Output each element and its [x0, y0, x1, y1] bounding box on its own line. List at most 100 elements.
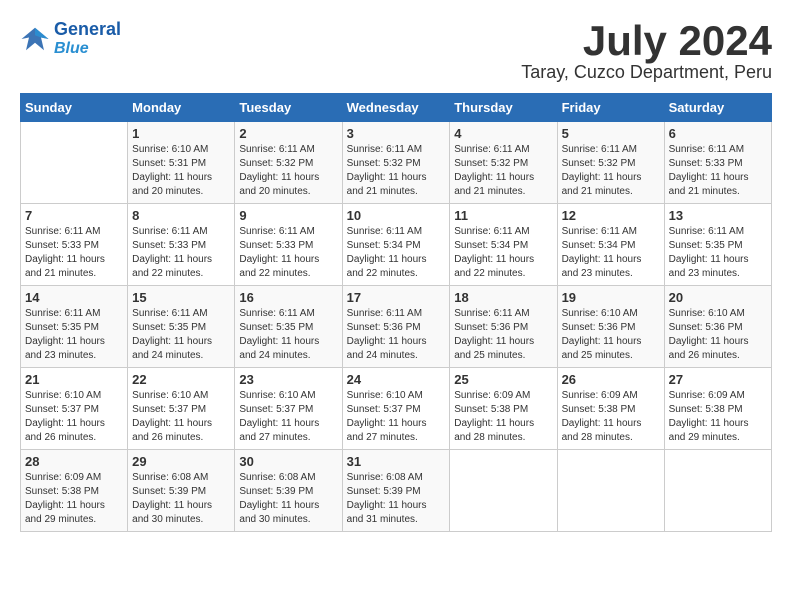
calendar-cell: 14 Sunrise: 6:11 AMSunset: 5:35 PMDayligh…	[21, 286, 128, 368]
weekday-header-sunday: Sunday	[21, 94, 128, 122]
day-info: Sunrise: 6:09 AMSunset: 5:38 PMDaylight:…	[669, 389, 767, 445]
logo-text: General Blue	[54, 20, 121, 57]
day-info: Sunrise: 6:11 AMSunset: 5:35 PMDaylight:…	[25, 307, 123, 363]
calendar-cell: 10 Sunrise: 6:11 AMSunset: 5:34 PMDayligh…	[342, 204, 450, 286]
day-info: Sunrise: 6:08 AMSunset: 5:39 PMDaylight:…	[132, 471, 230, 527]
day-number: 8	[132, 208, 230, 223]
calendar-week-5: 28 Sunrise: 6:09 AMSunset: 5:38 PMDayligh…	[21, 450, 772, 532]
calendar-week-4: 21 Sunrise: 6:10 AMSunset: 5:37 PMDayligh…	[21, 368, 772, 450]
day-number: 15	[132, 290, 230, 305]
day-number: 30	[239, 454, 337, 469]
day-info: Sunrise: 6:11 AMSunset: 5:33 PMDaylight:…	[132, 225, 230, 281]
calendar-cell: 27 Sunrise: 6:09 AMSunset: 5:38 PMDayligh…	[664, 368, 771, 450]
calendar-cell: 24Sunrise: 6:10 AMSunset: 5:37 PMDayligh…	[342, 368, 450, 450]
day-number: 5	[562, 126, 660, 141]
day-info: Sunrise: 6:11 AMSunset: 5:32 PMDaylight:…	[347, 143, 446, 199]
calendar-cell: 17Sunrise: 6:11 AMSunset: 5:36 PMDayligh…	[342, 286, 450, 368]
day-number: 9	[239, 208, 337, 223]
calendar-week-2: 7Sunrise: 6:11 AMSunset: 5:33 PMDaylight…	[21, 204, 772, 286]
day-number: 12	[562, 208, 660, 223]
calendar-cell: 18 Sunrise: 6:11 AMSunset: 5:36 PMDayligh…	[450, 286, 557, 368]
day-number: 19	[562, 290, 660, 305]
weekday-header-row: SundayMondayTuesdayWednesdayThursdayFrid…	[21, 94, 772, 122]
day-info: Sunrise: 6:11 AMSunset: 5:34 PMDaylight:…	[347, 225, 446, 281]
day-info: Sunrise: 6:11 AMSunset: 5:34 PMDaylight:…	[562, 225, 660, 281]
calendar-table: SundayMondayTuesdayWednesdayThursdayFrid…	[20, 93, 772, 532]
day-number: 24	[347, 372, 446, 387]
page-header: General Blue July 2024 Taray, Cuzco Depa…	[20, 20, 772, 83]
day-number: 20	[669, 290, 767, 305]
calendar-cell: 29 Sunrise: 6:08 AMSunset: 5:39 PMDayligh…	[128, 450, 235, 532]
day-number: 4	[454, 126, 552, 141]
calendar-cell	[557, 450, 664, 532]
day-info: Sunrise: 6:11 AMSunset: 5:35 PMDaylight:…	[669, 225, 767, 281]
calendar-cell: 2 Sunrise: 6:11 AMSunset: 5:32 PMDaylight…	[235, 122, 342, 204]
calendar-cell	[664, 450, 771, 532]
day-number: 23	[239, 372, 337, 387]
weekday-header-wednesday: Wednesday	[342, 94, 450, 122]
calendar-cell: 15 Sunrise: 6:11 AMSunset: 5:35 PMDayligh…	[128, 286, 235, 368]
day-number: 14	[25, 290, 123, 305]
day-info: Sunrise: 6:11 AMSunset: 5:36 PMDaylight:…	[454, 307, 552, 363]
day-info: Sunrise: 6:10 AMSunset: 5:37 PMDaylight:…	[25, 389, 123, 445]
calendar-cell: 22Sunrise: 6:10 AMSunset: 5:37 PMDayligh…	[128, 368, 235, 450]
day-number: 18	[454, 290, 552, 305]
weekday-header-thursday: Thursday	[450, 94, 557, 122]
day-number: 31	[347, 454, 446, 469]
calendar-cell: 31 Sunrise: 6:08 AMSunset: 5:39 PMDayligh…	[342, 450, 450, 532]
day-info: Sunrise: 6:09 AMSunset: 5:38 PMDaylight:…	[25, 471, 123, 527]
location-title: Taray, Cuzco Department, Peru	[521, 62, 772, 83]
day-info: Sunrise: 6:11 AMSunset: 5:35 PMDaylight:…	[132, 307, 230, 363]
day-number: 28	[25, 454, 123, 469]
calendar-cell: 7Sunrise: 6:11 AMSunset: 5:33 PMDaylight…	[21, 204, 128, 286]
day-info: Sunrise: 6:11 AMSunset: 5:32 PMDaylight:…	[454, 143, 552, 199]
calendar-week-1: 1 Sunrise: 6:10 AMSunset: 5:31 PMDaylight…	[21, 122, 772, 204]
logo-line1: General	[54, 19, 121, 39]
calendar-cell: 26 Sunrise: 6:09 AMSunset: 5:38 PMDayligh…	[557, 368, 664, 450]
month-title: July 2024	[521, 20, 772, 62]
logo-line2: Blue	[54, 40, 121, 58]
calendar-cell: 12 Sunrise: 6:11 AMSunset: 5:34 PMDayligh…	[557, 204, 664, 286]
day-number: 16	[239, 290, 337, 305]
calendar-body: 1 Sunrise: 6:10 AMSunset: 5:31 PMDaylight…	[21, 122, 772, 532]
day-number: 3	[347, 126, 446, 141]
calendar-cell: 1 Sunrise: 6:10 AMSunset: 5:31 PMDaylight…	[128, 122, 235, 204]
day-info: Sunrise: 6:11 AMSunset: 5:33 PMDaylight:…	[669, 143, 767, 199]
day-number: 26	[562, 372, 660, 387]
weekday-header-monday: Monday	[128, 94, 235, 122]
calendar-cell: 28 Sunrise: 6:09 AMSunset: 5:38 PMDayligh…	[21, 450, 128, 532]
day-info: Sunrise: 6:11 AMSunset: 5:34 PMDaylight:…	[454, 225, 552, 281]
calendar-cell: 9 Sunrise: 6:11 AMSunset: 5:33 PMDaylight…	[235, 204, 342, 286]
day-number: 21	[25, 372, 123, 387]
day-info: Sunrise: 6:11 AMSunset: 5:33 PMDaylight:…	[239, 225, 337, 281]
day-info: Sunrise: 6:10 AMSunset: 5:36 PMDaylight:…	[669, 307, 767, 363]
day-info: Sunrise: 6:11 AMSunset: 5:32 PMDaylight:…	[239, 143, 337, 199]
day-info: Sunrise: 6:08 AMSunset: 5:39 PMDaylight:…	[239, 471, 337, 527]
day-number: 10	[347, 208, 446, 223]
day-number: 22	[132, 372, 230, 387]
weekday-header-friday: Friday	[557, 94, 664, 122]
day-info: Sunrise: 6:11 AMSunset: 5:32 PMDaylight:…	[562, 143, 660, 199]
day-number: 25	[454, 372, 552, 387]
day-number: 29	[132, 454, 230, 469]
calendar-cell: 4 Sunrise: 6:11 AMSunset: 5:32 PMDaylight…	[450, 122, 557, 204]
day-number: 2	[239, 126, 337, 141]
weekday-header-tuesday: Tuesday	[235, 94, 342, 122]
calendar-cell: 20 Sunrise: 6:10 AMSunset: 5:36 PMDayligh…	[664, 286, 771, 368]
day-number: 1	[132, 126, 230, 141]
day-number: 27	[669, 372, 767, 387]
calendar-cell: 23Sunrise: 6:10 AMSunset: 5:37 PMDayligh…	[235, 368, 342, 450]
day-number: 11	[454, 208, 552, 223]
day-number: 6	[669, 126, 767, 141]
day-info: Sunrise: 6:09 AMSunset: 5:38 PMDaylight:…	[562, 389, 660, 445]
calendar-cell: 16Sunrise: 6:11 AMSunset: 5:35 PMDayligh…	[235, 286, 342, 368]
day-info: Sunrise: 6:08 AMSunset: 5:39 PMDaylight:…	[347, 471, 446, 527]
weekday-header-saturday: Saturday	[664, 94, 771, 122]
calendar-cell: 25Sunrise: 6:09 AMSunset: 5:38 PMDayligh…	[450, 368, 557, 450]
title-block: July 2024 Taray, Cuzco Department, Peru	[521, 20, 772, 83]
day-info: Sunrise: 6:11 AMSunset: 5:33 PMDaylight:…	[25, 225, 123, 281]
calendar-cell: 13Sunrise: 6:11 AMSunset: 5:35 PMDayligh…	[664, 204, 771, 286]
calendar-week-3: 14 Sunrise: 6:11 AMSunset: 5:35 PMDayligh…	[21, 286, 772, 368]
day-info: Sunrise: 6:11 AMSunset: 5:36 PMDaylight:…	[347, 307, 446, 363]
day-info: Sunrise: 6:10 AMSunset: 5:31 PMDaylight:…	[132, 143, 230, 199]
